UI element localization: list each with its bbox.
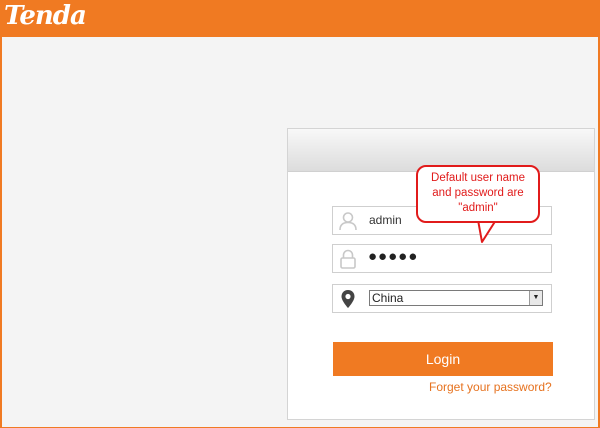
region-select[interactable]: China ▼	[369, 290, 543, 306]
top-bar: Tenda	[0, 0, 600, 37]
login-button[interactable]: Login	[333, 342, 553, 376]
callout-tail	[477, 220, 497, 243]
default-credentials-callout: Default user name and password are "admi…	[416, 165, 540, 223]
chevron-down-icon[interactable]: ▼	[529, 291, 542, 305]
password-value: ●●●●●	[368, 248, 419, 265]
tenda-logo: Tenda	[4, 1, 87, 31]
region-selected-value: China	[372, 291, 404, 305]
callout-line-1: Default user name	[431, 172, 525, 184]
user-icon	[337, 210, 359, 232]
password-field[interactable]: ●●●●●	[332, 244, 552, 273]
forget-password-link[interactable]: Forget your password?	[429, 380, 552, 394]
lock-icon	[337, 248, 359, 270]
callout-line-2: and password are	[432, 187, 524, 199]
frame-border-left	[0, 37, 2, 428]
callout-line-3: "admin"	[458, 202, 498, 214]
username-value: admin	[369, 213, 402, 227]
region-field[interactable]: China ▼	[332, 284, 552, 313]
location-pin-icon	[337, 288, 359, 310]
